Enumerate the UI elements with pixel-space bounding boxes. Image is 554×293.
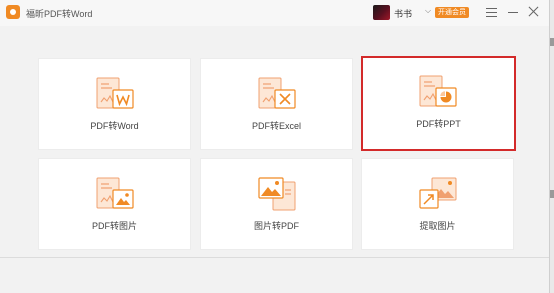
chevron-down-icon[interactable]: ⌵: [425, 6, 431, 16]
pdf-image-icon: [96, 177, 134, 209]
app-window: 福昕PDF转Word 书书 ⌵ 开通会员 PDF转Word PDF转Excel …: [0, 0, 550, 293]
card-label: 提取图片: [419, 221, 456, 231]
card-image-to-pdf[interactable]: 图片转PDF: [200, 158, 353, 250]
card-label: PDF转Excel: [251, 121, 301, 131]
card-pdf-to-ppt[interactable]: PDF转PPT: [361, 56, 516, 151]
vip-badge[interactable]: 开通会员: [435, 7, 469, 18]
excel-doc-icon: [258, 77, 296, 109]
user-avatar[interactable]: [373, 5, 390, 20]
extract-image-icon: [419, 177, 457, 209]
word-doc-icon: [96, 77, 134, 109]
card-pdf-to-excel[interactable]: PDF转Excel: [200, 58, 353, 150]
card-extract-image[interactable]: 提取图片: [361, 158, 514, 250]
card-label: 图片转PDF: [253, 221, 299, 231]
ppt-doc-icon: [419, 75, 457, 107]
close-icon[interactable]: [525, 3, 543, 21]
menu-icon[interactable]: [483, 3, 501, 21]
card-label: PDF转PPT: [416, 119, 461, 129]
card-pdf-to-image[interactable]: PDF转图片: [38, 158, 191, 250]
minimize-icon[interactable]: [505, 3, 523, 21]
app-title: 福昕PDF转Word: [26, 9, 93, 19]
card-pdf-to-word[interactable]: PDF转Word: [38, 58, 191, 150]
card-label: PDF转图片: [91, 221, 137, 231]
app-logo-icon: [6, 5, 20, 19]
user-name[interactable]: 书书: [394, 7, 412, 20]
bottom-divider: [0, 257, 549, 258]
card-label: PDF转Word: [90, 121, 139, 131]
title-bar: 福昕PDF转Word 书书 ⌵ 开通会员: [0, 0, 549, 26]
scrollbar[interactable]: [550, 0, 554, 293]
image-pdf-icon: [258, 177, 296, 211]
